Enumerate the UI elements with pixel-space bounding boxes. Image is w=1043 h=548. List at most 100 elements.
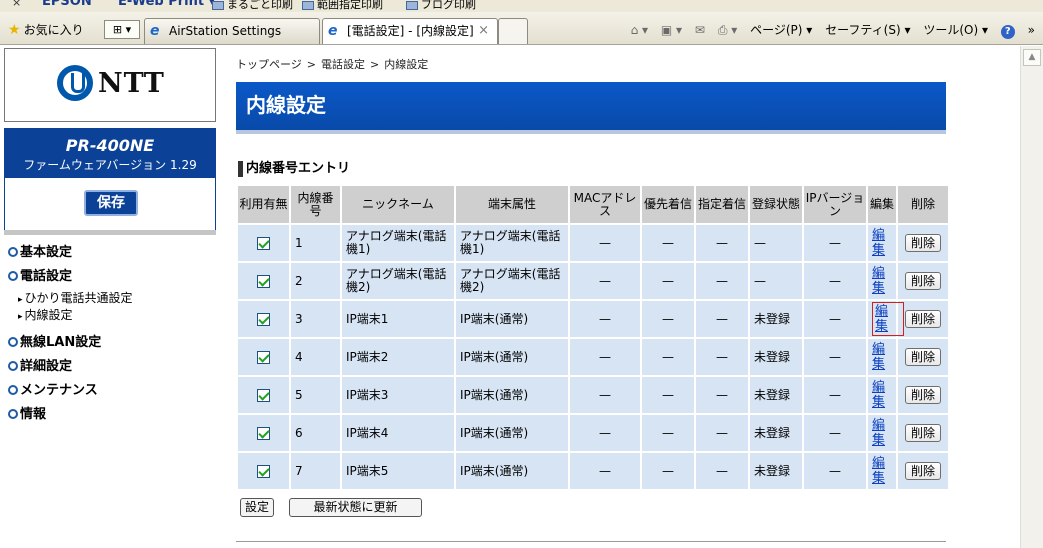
edit-link[interactable]: 編集 xyxy=(872,342,888,372)
mail-icon[interactable]: ✉ xyxy=(695,23,705,37)
tab-airstation[interactable]: e AirStation Settings xyxy=(144,18,320,44)
nav-item-phone[interactable]: 電話設定 xyxy=(8,266,218,290)
designated-ring-cell: — xyxy=(696,263,748,299)
enabled-cell xyxy=(238,263,289,299)
print-icon[interactable]: ⎙ ▾ xyxy=(718,23,737,37)
nav-label: 無線LAN設定 xyxy=(20,335,102,350)
priority-ring-cell: — xyxy=(642,415,694,451)
delete-button[interactable]: 削除 xyxy=(904,462,941,480)
edit-cell: 編集 xyxy=(868,263,896,299)
ip-version-cell: — xyxy=(804,377,866,413)
safety-menu[interactable]: セーフティ(S) ▾ xyxy=(825,23,910,37)
column-header: 利用有無 xyxy=(238,186,289,223)
designated-ring-cell: — xyxy=(696,415,748,451)
print-whole-button[interactable]: まるごと印刷 xyxy=(212,0,293,12)
scroll-up-icon[interactable]: ▲ xyxy=(1023,49,1041,66)
refresh-button[interactable]: 最新状態に更新 xyxy=(289,498,422,517)
nav-sub-label: ひかり電話共通設定 xyxy=(24,291,133,305)
print-blog-button[interactable]: ブログ印刷 xyxy=(406,0,476,12)
epson-close-icon[interactable]: × xyxy=(12,0,21,9)
column-header: 編集 xyxy=(868,186,896,223)
table-row: 7 IP端末5 IP端末(通常) — — — 未登録 — 編集 削除 xyxy=(238,453,948,489)
nickname-cell: IP端末2 xyxy=(342,339,454,375)
delete-button[interactable]: 削除 xyxy=(904,348,941,366)
delete-cell: 削除 xyxy=(898,415,948,451)
breadcrumb-phone[interactable]: 電話設定 xyxy=(321,58,365,71)
delete-button[interactable]: 削除 xyxy=(904,234,941,252)
mac-address-cell: — xyxy=(570,225,640,261)
print-blog-icon xyxy=(406,0,418,10)
save-button[interactable]: 保存 xyxy=(84,190,138,216)
edit-cell: 編集 xyxy=(868,377,896,413)
enabled-checkbox[interactable] xyxy=(257,464,270,478)
nav-item-wireless-lan[interactable]: 無線LAN設定 xyxy=(8,332,218,356)
breadcrumb-top[interactable]: トップページ xyxy=(236,58,302,71)
nickname-cell: IP端末5 xyxy=(342,453,454,489)
mac-address-cell: — xyxy=(570,415,640,451)
enabled-checkbox[interactable] xyxy=(257,236,270,250)
enabled-checkbox[interactable] xyxy=(257,426,270,440)
set-button[interactable]: 設定 xyxy=(240,498,275,517)
vertical-scrollbar[interactable]: ▲ xyxy=(1020,46,1043,548)
command-bar: ⌂ ▾ ▣ ▾ ✉ ⎙ ▾ ページ(P) ▾ セーフティ(S) ▾ ツール(O)… xyxy=(622,21,1035,39)
nav-item-basic[interactable]: 基本設定 xyxy=(8,242,218,266)
ip-version-cell: — xyxy=(804,453,866,489)
mac-address-cell: — xyxy=(570,377,640,413)
delete-cell: 削除 xyxy=(898,339,948,375)
enabled-checkbox[interactable] xyxy=(257,350,270,364)
quick-tabs-button[interactable]: ⊞ ▾ xyxy=(104,20,140,39)
edit-link[interactable]: 編集 xyxy=(872,228,888,258)
nav-item-info[interactable]: 情報 xyxy=(8,404,218,428)
model-name: PR-400NE xyxy=(65,136,155,155)
table-row: 2 アナログ端末(電話機2) アナログ端末(電話機2) — — — — — 編集 削除 xyxy=(238,263,948,299)
sub-arrow-icon: ▸ xyxy=(18,312,23,322)
enabled-cell xyxy=(238,225,289,261)
new-tab-button[interactable] xyxy=(498,18,528,44)
nickname-cell: アナログ端末(電話機1) xyxy=(342,225,454,261)
more-commands-icon[interactable]: » xyxy=(1028,23,1035,37)
table-row: 6 IP端末4 IP端末(通常) — — — 未登録 — 編集 削除 xyxy=(238,415,948,451)
page-menu[interactable]: ページ(P) ▾ xyxy=(750,23,812,37)
designated-ring-cell: — xyxy=(696,225,748,261)
nav-item-maintenance[interactable]: メンテナンス xyxy=(8,380,218,404)
print-range-button[interactable]: 範囲指定印刷 xyxy=(302,0,383,12)
help-icon[interactable]: ? xyxy=(1000,25,1015,39)
terminal-attr-cell: IP端末(通常) xyxy=(456,415,568,451)
priority-ring-cell: — xyxy=(642,339,694,375)
delete-button[interactable]: 削除 xyxy=(904,386,941,404)
nickname-cell: IP端末3 xyxy=(342,377,454,413)
nav-item-advanced[interactable]: 詳細設定 xyxy=(8,356,218,380)
nav-sub-hikari-common[interactable]: ▸ ひかり電話共通設定 xyxy=(8,290,218,307)
tab-close-icon[interactable]: × xyxy=(478,19,489,43)
edit-link[interactable]: 編集 xyxy=(872,418,888,448)
nav-sub-extension[interactable]: ▸ 内線設定 xyxy=(8,307,218,324)
eweb-print-menu[interactable]: E-Web Print ▾ xyxy=(118,0,215,9)
edit-link[interactable]: 編集 xyxy=(872,380,888,410)
feeds-icon[interactable]: ▣ ▾ xyxy=(661,23,682,37)
delete-button[interactable]: 削除 xyxy=(904,424,941,442)
terminal-attr-cell: IP端末(通常) xyxy=(456,453,568,489)
favorites-button[interactable]: ★ お気に入り xyxy=(8,21,84,38)
enabled-checkbox[interactable] xyxy=(257,274,270,288)
print-range-icon xyxy=(302,0,314,10)
edit-link[interactable]: 編集 xyxy=(875,304,891,334)
registration-status-cell: — xyxy=(750,225,802,261)
table-body: 1 アナログ端末(電話機1) アナログ端末(電話機1) — — — — — 編集 削除 2 アナログ端… xyxy=(238,225,948,489)
priority-ring-cell: — xyxy=(642,301,694,337)
home-icon[interactable]: ⌂ ▾ xyxy=(631,23,648,37)
delete-button[interactable]: 削除 xyxy=(904,310,941,328)
favorites-star-icon: ★ xyxy=(8,22,21,38)
enabled-checkbox[interactable] xyxy=(257,388,270,402)
delete-button[interactable]: 削除 xyxy=(904,272,941,290)
column-header: 登録状態 xyxy=(750,186,802,223)
enabled-checkbox[interactable] xyxy=(257,312,270,326)
column-header: 削除 xyxy=(898,186,948,223)
enabled-cell xyxy=(238,301,289,337)
edit-link[interactable]: 編集 xyxy=(872,456,888,486)
edit-cell: 編集 xyxy=(868,301,904,337)
ip-version-cell: — xyxy=(804,339,866,375)
tab-extension-settings[interactable]: e [電話設定] - [内線設定] × xyxy=(322,18,498,44)
tools-menu[interactable]: ツール(O) ▾ xyxy=(923,23,988,37)
enabled-cell xyxy=(238,415,289,451)
edit-link[interactable]: 編集 xyxy=(872,266,888,296)
